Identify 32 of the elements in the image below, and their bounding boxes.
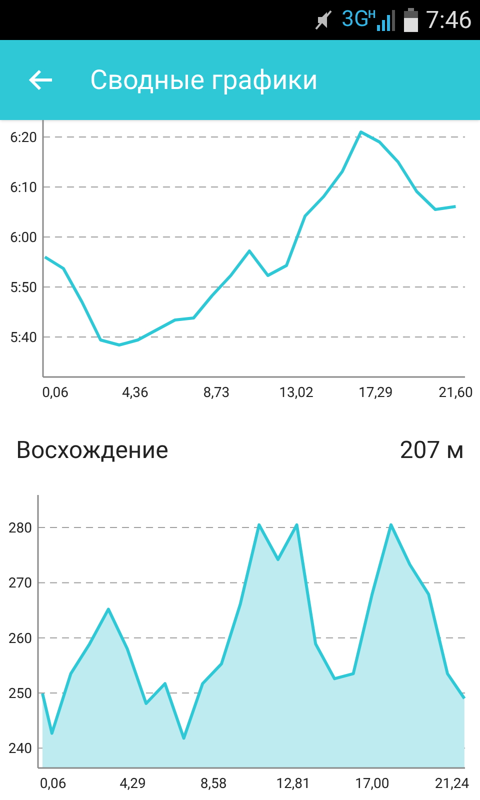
clock: 7:46 — [426, 8, 472, 32]
x-axis-label: 13,02 — [279, 385, 314, 401]
x-axis-label: 4,29 — [120, 776, 146, 792]
y-axis-label: 260 — [8, 630, 32, 647]
page-title: Сводные графики — [90, 62, 318, 98]
y-axis-label: 5:50 — [10, 280, 37, 296]
x-axis-label: 17,00 — [355, 776, 390, 792]
x-axis-label: 21,24 — [434, 776, 470, 792]
network-sub-label: H — [368, 9, 376, 20]
y-axis-label: 240 — [8, 741, 32, 758]
x-axis-label: 12,81 — [276, 776, 310, 792]
y-axis-label: 5:40 — [10, 330, 37, 346]
y-axis-label: 270 — [8, 576, 32, 592]
x-axis-label: 21,60 — [438, 385, 473, 401]
y-axis-label: 6:10 — [10, 180, 37, 196]
ascent-label: Восхождение — [16, 435, 168, 466]
back-arrow-icon — [28, 69, 54, 91]
x-axis-label: 0,06 — [40, 776, 66, 792]
signal-icon — [376, 9, 396, 31]
y-axis-label: 6:20 — [10, 130, 37, 146]
network-label: 3G — [342, 9, 369, 31]
mute-icon — [314, 9, 334, 31]
x-axis-label: 17,29 — [358, 385, 393, 401]
y-axis-label: 280 — [8, 520, 32, 537]
battery-icon — [404, 8, 418, 32]
x-axis-label: 8,58 — [200, 776, 227, 792]
ascent-value: 207 м — [400, 435, 464, 466]
x-axis-label: 4,36 — [122, 385, 148, 401]
x-axis-label: 0,06 — [42, 385, 68, 401]
y-axis-label: 6:00 — [10, 230, 37, 246]
x-axis-label: 8,73 — [203, 385, 230, 401]
y-axis-label: 250 — [8, 686, 32, 702]
